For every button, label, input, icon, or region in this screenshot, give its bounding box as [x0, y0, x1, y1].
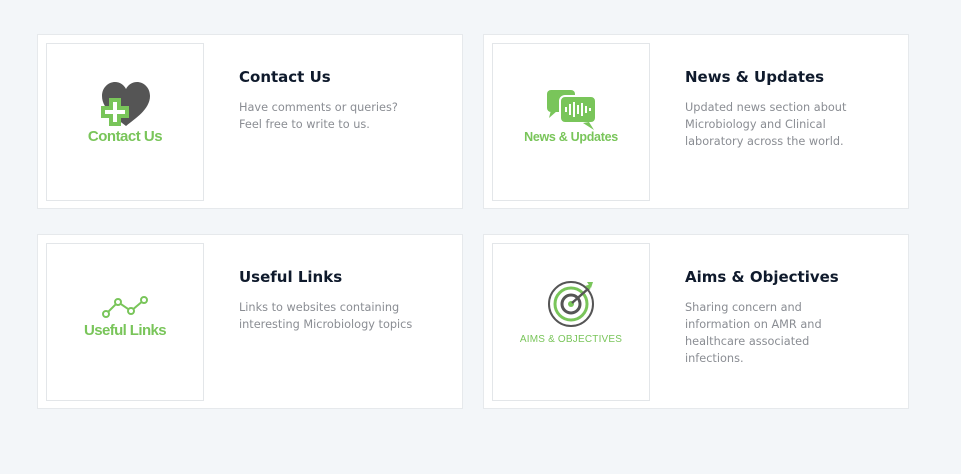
card-title: Aims & Objectives — [685, 268, 839, 286]
card-description: Have comments or queries? Feel free to w… — [239, 101, 398, 131]
target-arrow-icon — [548, 281, 594, 327]
card-title: Contact Us — [239, 68, 331, 86]
card-news-updates[interactable]: News & Updates News & Updates Updated ne… — [483, 34, 909, 209]
news-updates-logo[interactable]: News & Updates — [492, 43, 650, 201]
logo-label: AIMS & OBJECTIVES — [519, 334, 623, 345]
chat-bubbles-icon — [547, 90, 597, 130]
aims-objectives-logo[interactable]: AIMS & OBJECTIVES — [492, 243, 650, 401]
card-description: Links to websites containing interesting… — [239, 301, 413, 331]
card-contact-us[interactable]: Contact Us Contact Us Have comments or q… — [37, 34, 463, 209]
contact-us-logo[interactable]: Contact Us — [46, 43, 204, 201]
logo-label: News & Updates — [524, 130, 618, 144]
card-description: Updated news section about Microbiology … — [685, 101, 847, 148]
heart-plus-icon — [101, 82, 150, 126]
card-useful-links[interactable]: Useful Links Useful Links Links to websi… — [37, 234, 463, 409]
logo-label: Contact Us — [87, 128, 163, 145]
useful-links-logo[interactable]: Useful Links — [46, 243, 204, 401]
card-title: Useful Links — [239, 268, 343, 286]
card-description: Sharing concern and information on AMR a… — [685, 301, 822, 365]
logo-label: Useful Links — [84, 322, 167, 339]
card-aims-objectives[interactable]: AIMS & OBJECTIVES Aims & Objectives Shar… — [483, 234, 909, 409]
card-title: News & Updates — [685, 68, 825, 86]
